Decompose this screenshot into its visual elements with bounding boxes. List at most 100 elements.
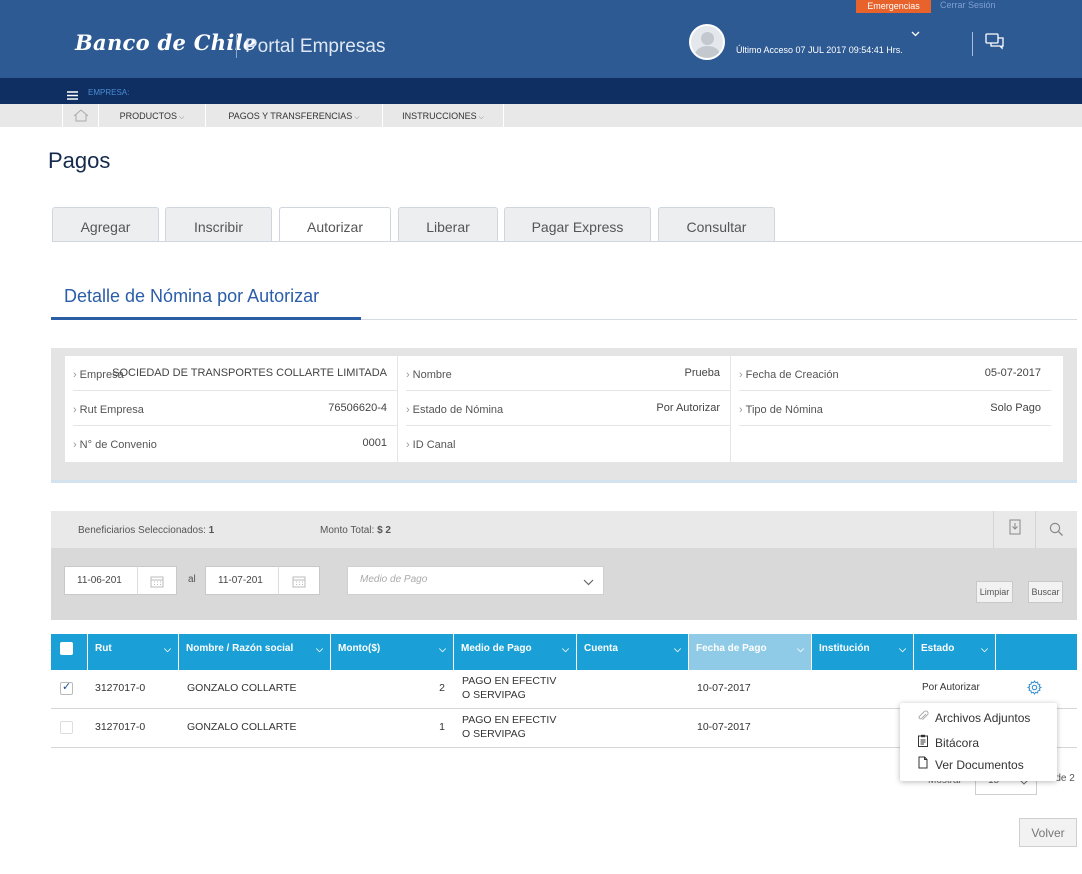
tab-consultar[interactable]: Consultar <box>658 207 775 241</box>
column-nombre[interactable]: Nombre / Razón social ⌵ <box>178 634 330 670</box>
chevron-right-icon: › <box>73 404 77 416</box>
calendar-icon[interactable] <box>278 566 320 595</box>
row-checkbox[interactable] <box>60 721 73 734</box>
column-label: Medio de Pago <box>461 643 532 654</box>
detail-label: Tipo de Nómina <box>745 404 823 416</box>
detail-value: Solo Pago <box>990 402 1041 414</box>
gear-icon[interactable] <box>1026 680 1043 698</box>
hamburger-menu-icon[interactable] <box>67 87 78 105</box>
cell-rut: 3127017-0 <box>95 721 146 733</box>
cell-fecha: 10-07-2017 <box>697 682 751 694</box>
bank-logo[interactable]: Banco de Chile <box>75 30 257 55</box>
menu-item-ver-documentos[interactable]: Ver Documentos <box>917 756 1024 772</box>
detail-value: 76506620-4 <box>328 402 387 414</box>
avatar[interactable] <box>689 24 725 60</box>
column-label: Rut <box>95 643 112 654</box>
chevron-down-icon: ⌵ <box>478 114 484 121</box>
detail-value: Por Autorizar <box>656 402 720 414</box>
detail-value: Prueba <box>684 367 720 379</box>
monto-total: Monto Total: $ 2 <box>320 525 391 536</box>
detail-label: Fecha de Creación <box>745 369 839 381</box>
detail-id-canal: › ID Canal <box>406 426 730 461</box>
portal-name: Portal Empresas <box>245 36 386 57</box>
beneficiarios-label: Beneficiarios Seleccionados: <box>78 525 206 536</box>
nav-pagos-label: PAGOS Y TRANSFERENCIAS <box>228 111 353 121</box>
detail-tipo-nomina: › Tipo de Nómina Solo Pago <box>739 391 1051 426</box>
empresa-bar <box>0 78 1082 104</box>
medio-pago-select[interactable]: Medio de Pago <box>347 566 604 595</box>
chevron-right-icon: › <box>73 369 77 381</box>
detail-estado-nomina: › Estado de Nómina Por Autorizar <box>406 391 730 426</box>
column-label: Cuenta <box>584 643 618 654</box>
nav-productos[interactable]: PRODUCTOS ⌵ <box>98 104 205 127</box>
tab-agregar[interactable]: Agregar <box>52 207 159 241</box>
date-from-input[interactable]: 11-06-201 <box>64 566 138 595</box>
detail-value: SOCIEDAD DE TRANSPORTES COLLARTE LIMITAD… <box>112 367 387 379</box>
user-menu-chevron-icon[interactable] <box>911 28 920 40</box>
chevron-down-icon: ⌵ <box>981 644 988 654</box>
column-label: Monto($) <box>338 643 381 654</box>
chevron-right-icon: › <box>406 369 410 381</box>
nav-pagos-transferencias[interactable]: PAGOS Y TRANSFERENCIAS ⌵ <box>205 104 382 127</box>
column-estado[interactable]: Estado ⌵ <box>913 634 995 670</box>
detail-fecha-creacion: › Fecha de Creación 05-07-2017 <box>739 356 1051 391</box>
logout-link[interactable]: Cerrar Sesión <box>940 0 996 11</box>
chevron-down-icon: ⌵ <box>164 644 171 654</box>
nav-instrucciones[interactable]: INSTRUCCIONES ⌵ <box>382 104 504 127</box>
calendar-icon[interactable] <box>137 566 177 595</box>
column-institucion[interactable]: Institución ⌵ <box>811 634 913 670</box>
cell-nombre: GONZALO COLLARTE <box>187 682 297 694</box>
section-title-underline <box>51 317 361 320</box>
cell-estado: Por Autorizar <box>922 682 980 693</box>
download-icon <box>1009 519 1021 535</box>
cell-medio-pago: O SERVIPAG <box>462 728 526 740</box>
empresa-label[interactable]: EMPRESA: <box>88 88 129 97</box>
column-actions <box>995 634 1077 670</box>
tab-autorizar[interactable]: Autorizar <box>279 207 391 242</box>
column-label: Nombre / Razón social <box>186 643 294 654</box>
detail-value: 05-07-2017 <box>984 367 1041 379</box>
column-monto[interactable]: Monto($) ⌵ <box>330 634 453 670</box>
chevron-right-icon: › <box>739 404 743 416</box>
tabs-baseline <box>52 241 1082 242</box>
tab-inscribir[interactable]: Inscribir <box>165 207 272 241</box>
nav-instrucciones-label: INSTRUCCIONES <box>402 111 477 121</box>
cell-rut: 3127017-0 <box>95 682 146 694</box>
cell-medio-pago: O SERVIPAG <box>462 689 526 701</box>
cell-monto: 2 <box>439 682 445 694</box>
search-button[interactable] <box>1035 511 1077 548</box>
limpiar-button[interactable]: Limpiar <box>976 581 1013 603</box>
detail-label: Rut Empresa <box>79 404 144 416</box>
chevron-down-icon: ⌵ <box>439 644 446 654</box>
detail-convenio: › N° de Convenio 0001 <box>73 426 397 461</box>
menu-item-bitacora[interactable]: Bitácora <box>917 734 979 750</box>
column-label: Estado <box>921 643 955 654</box>
column-medio-pago[interactable]: Medio de Pago ⌵ <box>453 634 576 670</box>
emergencias-button[interactable]: Emergencias <box>856 0 931 13</box>
column-cuenta[interactable]: Cuenta ⌵ <box>576 634 688 670</box>
beneficiarios-value: 1 <box>208 525 215 536</box>
cell-medio-pago: PAGO EN EFECTIV <box>462 714 557 726</box>
chevron-down-icon: ⌵ <box>797 644 804 654</box>
tab-pagar-express[interactable]: Pagar Express <box>504 207 651 241</box>
row-checkbox[interactable] <box>60 680 73 695</box>
download-button[interactable] <box>993 511 1035 548</box>
column-fecha-pago[interactable]: Fecha de Pago ⌵ <box>688 634 811 670</box>
header-divider <box>972 32 973 56</box>
chevron-right-icon: › <box>73 439 77 451</box>
date-to-input[interactable]: 11-07-201 <box>205 566 279 595</box>
buscar-button[interactable]: Buscar <box>1028 581 1063 603</box>
menu-item-label: Archivos Adjuntos <box>935 711 1031 725</box>
nav-productos-label: PRODUCTOS <box>119 111 178 121</box>
column-label: Institución <box>819 643 870 654</box>
tab-liberar[interactable]: Liberar <box>398 207 498 241</box>
menu-item-archivos-adjuntos[interactable]: Archivos Adjuntos <box>917 710 1030 725</box>
volver-button[interactable]: Volver <box>1019 818 1077 847</box>
column-rut[interactable]: Rut ⌵ <box>87 634 178 670</box>
logo-divider <box>236 35 237 58</box>
section-title: Detalle de Nómina por Autorizar <box>64 286 320 306</box>
chevron-down-icon: ⌵ <box>316 644 323 654</box>
select-all-checkbox[interactable] <box>60 642 73 655</box>
home-icon[interactable] <box>62 104 98 127</box>
chat-icon[interactable] <box>985 33 1005 56</box>
